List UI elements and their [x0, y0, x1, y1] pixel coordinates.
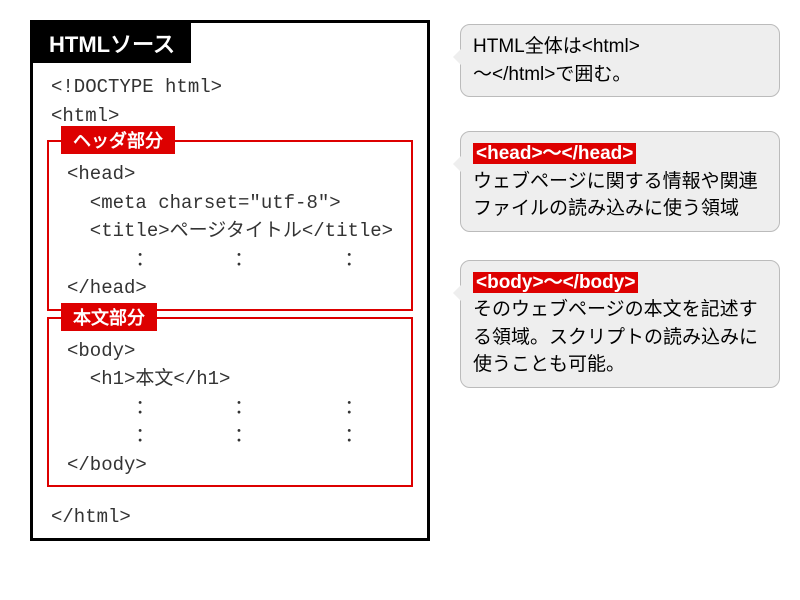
code-close-html: </html> — [33, 493, 427, 538]
head-section-label: ヘッダ部分 — [61, 126, 175, 154]
notes-column: HTML全体は<html> ～</html>で囲む。 <head>～</head… — [460, 20, 780, 541]
note-head-text: ウェブページに関する情報や関連ファイルの読み込みに使う領域 — [473, 171, 758, 220]
body-section-label: 本文部分 — [61, 303, 157, 331]
note-body-text: そのウェブページの本文を記述する領域。スクリプトの読み込みに使うことも可能。 — [473, 299, 758, 375]
main-title: HTMLソース — [33, 23, 191, 63]
source-panel: HTMLソース <!DOCTYPE html> <html> ヘッダ部分 <he… — [30, 20, 430, 541]
note-body-tag: <body>～</body> — [473, 272, 638, 293]
diagram-wrap: HTMLソース <!DOCTYPE html> <html> ヘッダ部分 <he… — [30, 20, 780, 541]
note-html: HTML全体は<html> ～</html>で囲む。 — [460, 24, 780, 97]
note-head: <head>～</head> ウェブページに関する情報や関連ファイルの読み込みに… — [460, 131, 780, 232]
note-html-line2: ～</html>で囲む。 — [473, 64, 631, 85]
note-head-tag: <head>～</head> — [473, 143, 636, 164]
body-section-code: <body> <h1>本文</h1> ： ： ： ： ： ： </body> — [49, 327, 411, 486]
note-body: <body>～</body> そのウェブページの本文を記述する領域。スクリプトの… — [460, 260, 780, 388]
head-section-code: <head> <meta charset="utf-8"> <title>ページ… — [49, 150, 411, 309]
body-section-box: 本文部分 <body> <h1>本文</h1> ： ： ： ： ： ： </bo… — [47, 317, 413, 488]
head-section-box: ヘッダ部分 <head> <meta charset="utf-8"> <tit… — [47, 140, 413, 311]
note-html-line1: HTML全体は<html> — [473, 36, 640, 57]
